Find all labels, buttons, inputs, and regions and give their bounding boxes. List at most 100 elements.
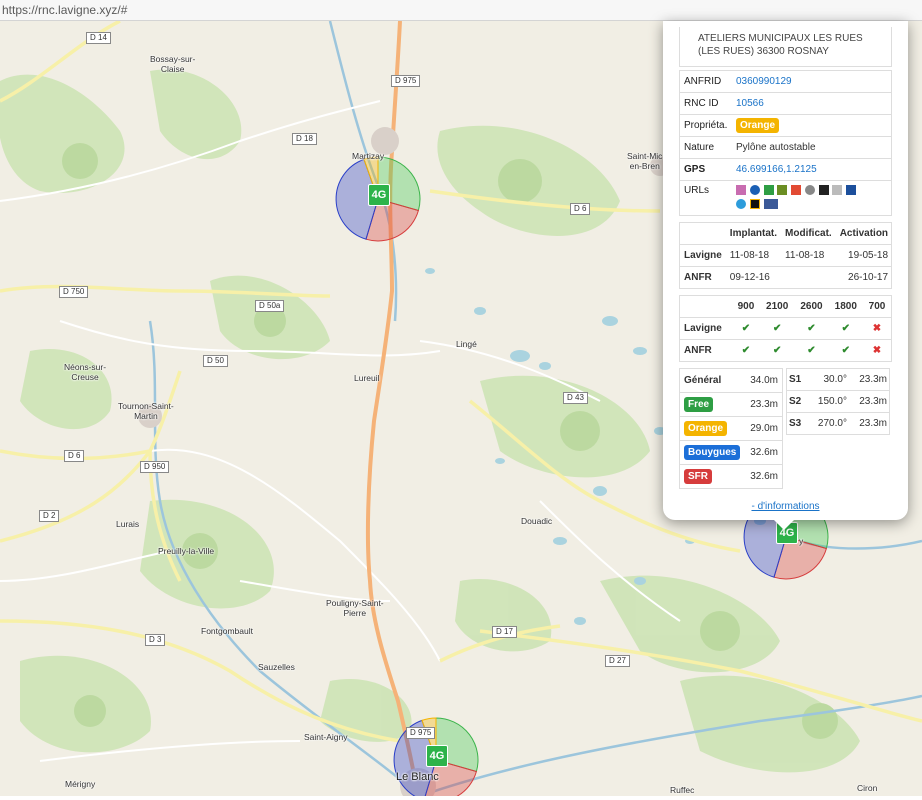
band-header: 1800 (834, 301, 857, 312)
sectors-table: S1 30.0° 23.3m S2 150.0° 23.3m S3 270.0°… (786, 368, 890, 435)
road-label: D 6 (570, 203, 591, 215)
urls-label: URLs (680, 180, 732, 215)
town-label: Lurais (116, 519, 140, 529)
road-label: D 975 (406, 727, 436, 739)
antenna-icon[interactable] (777, 185, 788, 196)
road-label: D 43 (563, 392, 588, 404)
site-marker-le-blanc[interactable]: 4G (426, 745, 448, 767)
road-label: D 2 (39, 510, 60, 522)
spectrum-icon[interactable] (736, 185, 746, 196)
sector-height: 23.3m (859, 374, 887, 385)
sector-label: S3 (786, 412, 808, 435)
bands-table: 900 2100 2600 1800 700 Lavigne ✔ ✔ ✔ ✔ ✖… (680, 296, 891, 361)
town-label: Ciron (857, 783, 878, 793)
check-icon: ✔ (828, 339, 863, 361)
town-label: Néons-sur- Creuse (64, 362, 107, 382)
road-label: D 750 (59, 286, 89, 298)
dates-header: Modificat. (785, 228, 832, 239)
url-icons (732, 180, 891, 215)
check-icon: ✔ (828, 317, 863, 340)
road-label: D 17 (492, 626, 517, 638)
cellmapper-icon[interactable] (749, 185, 760, 196)
road-label: D 3 (145, 634, 166, 646)
operator-sfr-badge: SFR (684, 469, 712, 484)
check-icon: ✔ (759, 339, 795, 361)
nature-value: Pylône autostable (732, 136, 891, 159)
gps-link[interactable]: 46.699166,1.2125 (736, 164, 817, 175)
town-label: Saint-Mic en-Bren (627, 151, 663, 171)
dates-header: Implantat. (729, 228, 778, 239)
operator-bouygues-badge: Bouygues (684, 445, 741, 460)
bars-icon[interactable] (763, 199, 778, 210)
operator-orange-badge: Orange (684, 421, 728, 436)
check-icon: ✔ (794, 339, 829, 361)
sector-azimuth: 150.0° (807, 390, 849, 413)
site-info-table: ANFRID 0360990129 RNC ID 10566 Propriéta… (680, 70, 891, 215)
band-row-label: Lavigne (680, 317, 732, 340)
dark-app-icon[interactable] (818, 185, 829, 196)
band-header (680, 296, 732, 318)
grid-icon[interactable] (846, 185, 857, 196)
google-maps-icon[interactable] (791, 185, 802, 196)
dates-row-label: ANFR (680, 266, 726, 288)
date-cell: 11-08-18 (725, 244, 782, 267)
cross-icon: ✖ (862, 317, 891, 340)
site-info-popup: ATELIERS MUNICIPAUX LES RUES (LES RUES) … (663, 21, 908, 530)
road-label: D 27 (605, 655, 630, 667)
height-value: 34.0m (750, 375, 778, 386)
check-icon: ✔ (731, 317, 760, 340)
road-label: D 18 (292, 133, 317, 145)
road-label: D 50a (255, 300, 285, 312)
dates-header: Activation (839, 228, 889, 239)
dates-row-label: Lavigne (680, 244, 726, 267)
band-header: 900 (737, 301, 755, 312)
sector-label: S1 (789, 374, 802, 385)
road-label: D 14 (86, 32, 111, 44)
site-marker-martizay[interactable]: 4G (368, 184, 390, 206)
height-value: 32.6m (745, 440, 783, 465)
road-label: D 6 (64, 450, 85, 462)
height-value: 32.6m (745, 464, 783, 489)
info-key: GPS (680, 158, 732, 181)
height-value: 23.3m (745, 392, 783, 417)
town-label: Fontgombault (201, 626, 253, 636)
url-text[interactable]: https://rnc.lavigne.xyz/# (2, 3, 127, 17)
frame-icon[interactable] (749, 199, 760, 210)
sector-height: 23.3m (848, 412, 890, 435)
road-label: D 950 (140, 461, 170, 473)
rnc-id-link[interactable]: 10566 (736, 98, 764, 109)
globe-icon[interactable] (736, 199, 746, 210)
sector-label: S2 (786, 390, 808, 413)
town-label: Lureuil (354, 373, 380, 383)
town-label: Tournon-Saint- Martin (118, 401, 174, 421)
wifi-icon[interactable] (763, 185, 774, 196)
town-label: Lingé (456, 339, 477, 349)
band-header: 2600 (800, 301, 823, 312)
sector-azimuth: 270.0° (807, 412, 849, 435)
date-cell: 19-05-18 (835, 244, 893, 267)
town-label: Pouligny-Saint- Pierre (326, 598, 384, 618)
dates-table: Implantat. Modificat. Activation Lavigne… (680, 223, 893, 288)
more-info-link[interactable]: - d'informations (751, 501, 819, 512)
anfrid-link[interactable]: 0360990129 (736, 76, 792, 87)
road-label: D 50 (203, 355, 228, 367)
band-row-label: ANFR (680, 339, 732, 361)
town-label: Saint-Aigny (304, 732, 348, 742)
sector-azimuth: 30.0° (823, 374, 847, 385)
road-label: D 975 (391, 75, 421, 87)
signal-icon[interactable] (832, 185, 843, 196)
town-label: Ruffec (670, 785, 695, 795)
face-icon[interactable] (804, 185, 815, 196)
date-cell (781, 266, 836, 288)
cross-icon: ✖ (862, 339, 891, 361)
operator-free-badge: Free (684, 397, 714, 412)
info-key: Nature (680, 136, 732, 159)
date-cell: 26-10-17 (835, 266, 893, 288)
sector-height: 23.3m (848, 390, 890, 413)
address-bar[interactable]: https://rnc.lavigne.xyz/# (0, 0, 922, 21)
date-cell: 11-08-18 (781, 244, 836, 267)
owner-badge: Orange (736, 118, 780, 133)
height-label: Général (684, 375, 722, 386)
heights-table: Général 34.0m Free 23.3m Orange 29.0m Bo… (679, 368, 783, 489)
date-cell: 09-12-16 (725, 266, 782, 288)
